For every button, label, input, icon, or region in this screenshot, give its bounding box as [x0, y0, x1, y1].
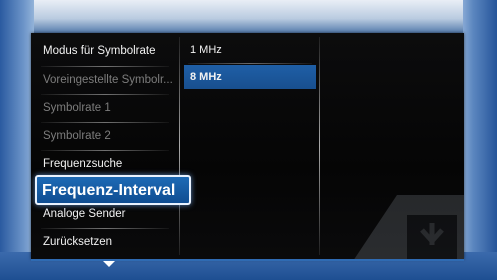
chevron-down-icon[interactable]	[103, 261, 115, 267]
menu-bottom-strip	[31, 259, 464, 261]
options-column: 1 MHz 8 MHz	[180, 33, 318, 259]
preview-column	[319, 33, 464, 259]
menu-item-frequency-interval[interactable]: Frequenz-Interval	[35, 175, 191, 205]
option-divider	[188, 63, 312, 64]
option-1-mhz[interactable]: 1 MHz	[184, 38, 316, 62]
screen-frame-left	[0, 0, 34, 280]
screen-frame-right	[463, 0, 497, 280]
menu-item-symbolrate-1[interactable]: Symbolrate 1	[37, 95, 175, 121]
menu-item-frequency-search[interactable]: Frequenzsuche	[37, 151, 175, 177]
menu-item-symbolrate-mode[interactable]: Modus für Symbolrate	[37, 38, 175, 64]
option-8-mhz[interactable]: 8 MHz	[184, 65, 316, 89]
menu-item-preset-symbolrate[interactable]: Voreingestellte Symbolr...	[37, 67, 175, 93]
menu-item-reset[interactable]: Zurücksetzen	[37, 229, 175, 255]
menu-column: Modus für Symbolrate Voreingestellte Sym…	[31, 33, 191, 259]
settings-menu-panel: Modus für Symbolrate Voreingestellte Sym…	[31, 33, 464, 259]
screen-frame-top	[0, 0, 497, 34]
menu-item-symbolrate-2[interactable]: Symbolrate 2	[37, 123, 175, 149]
